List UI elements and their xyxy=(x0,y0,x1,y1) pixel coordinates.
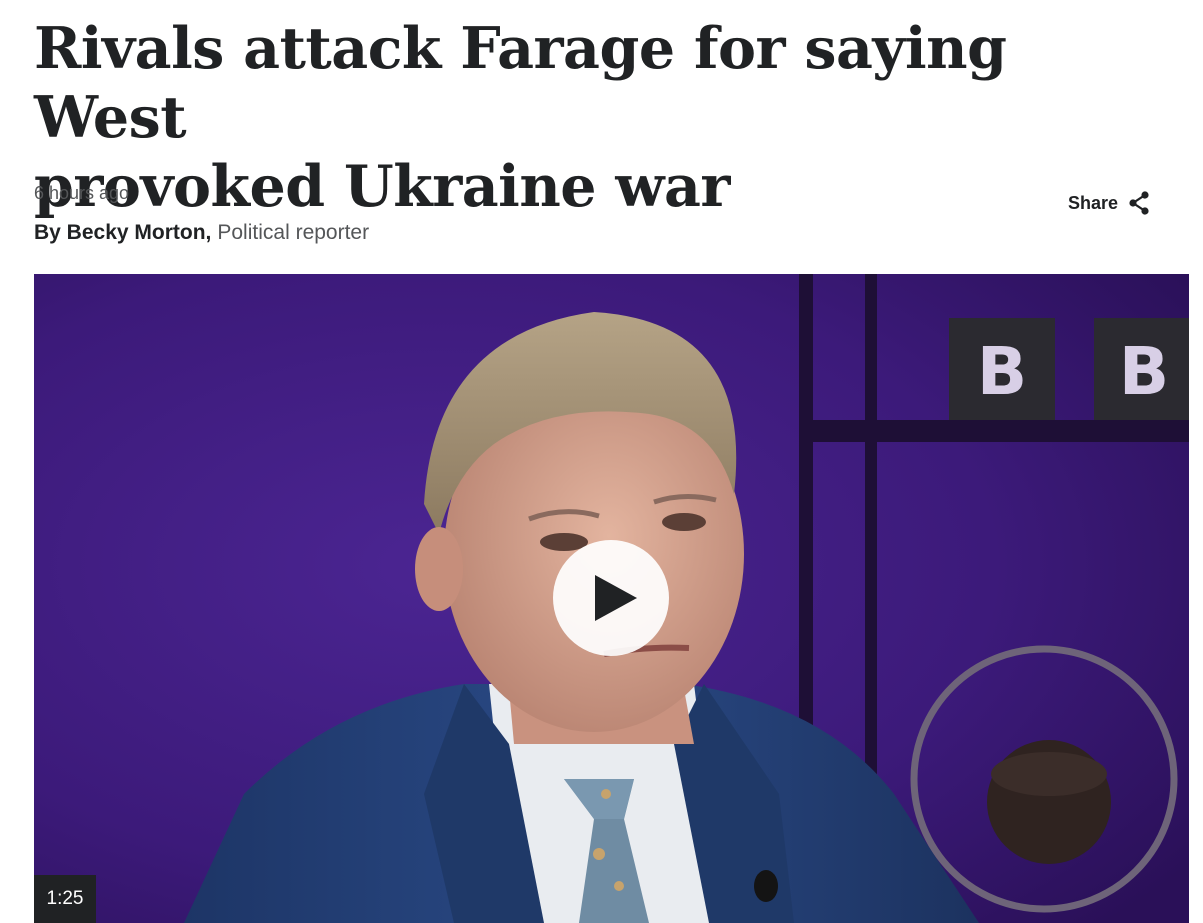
video-player[interactable]: B B 1:25 xyxy=(34,274,1189,923)
share-label: Share xyxy=(1068,192,1119,213)
backdrop-logo-letter: B xyxy=(977,333,1027,410)
byline-role: Political reporter xyxy=(217,221,370,244)
article-page: Rivals attack Farage for saying West pro… xyxy=(0,0,1203,923)
byline: By Becky Morton, Political reporter xyxy=(34,220,369,246)
byline-author: By Becky Morton, xyxy=(34,221,212,244)
play-button[interactable] xyxy=(553,540,669,656)
publish-timestamp: 6 hours ago xyxy=(34,183,130,203)
share-icon xyxy=(1129,191,1149,215)
video-duration-badge: 1:25 xyxy=(34,875,96,923)
headline-line-2: provoked Ukraine war xyxy=(34,153,730,220)
play-icon xyxy=(595,575,637,621)
backdrop-logo-letter: B xyxy=(1119,333,1169,410)
headline-line-1: Rivals attack Farage for saying West xyxy=(34,15,1007,151)
article-headline: Rivals attack Farage for saying West pro… xyxy=(34,14,1164,221)
share-button[interactable]: Share xyxy=(1060,186,1158,220)
